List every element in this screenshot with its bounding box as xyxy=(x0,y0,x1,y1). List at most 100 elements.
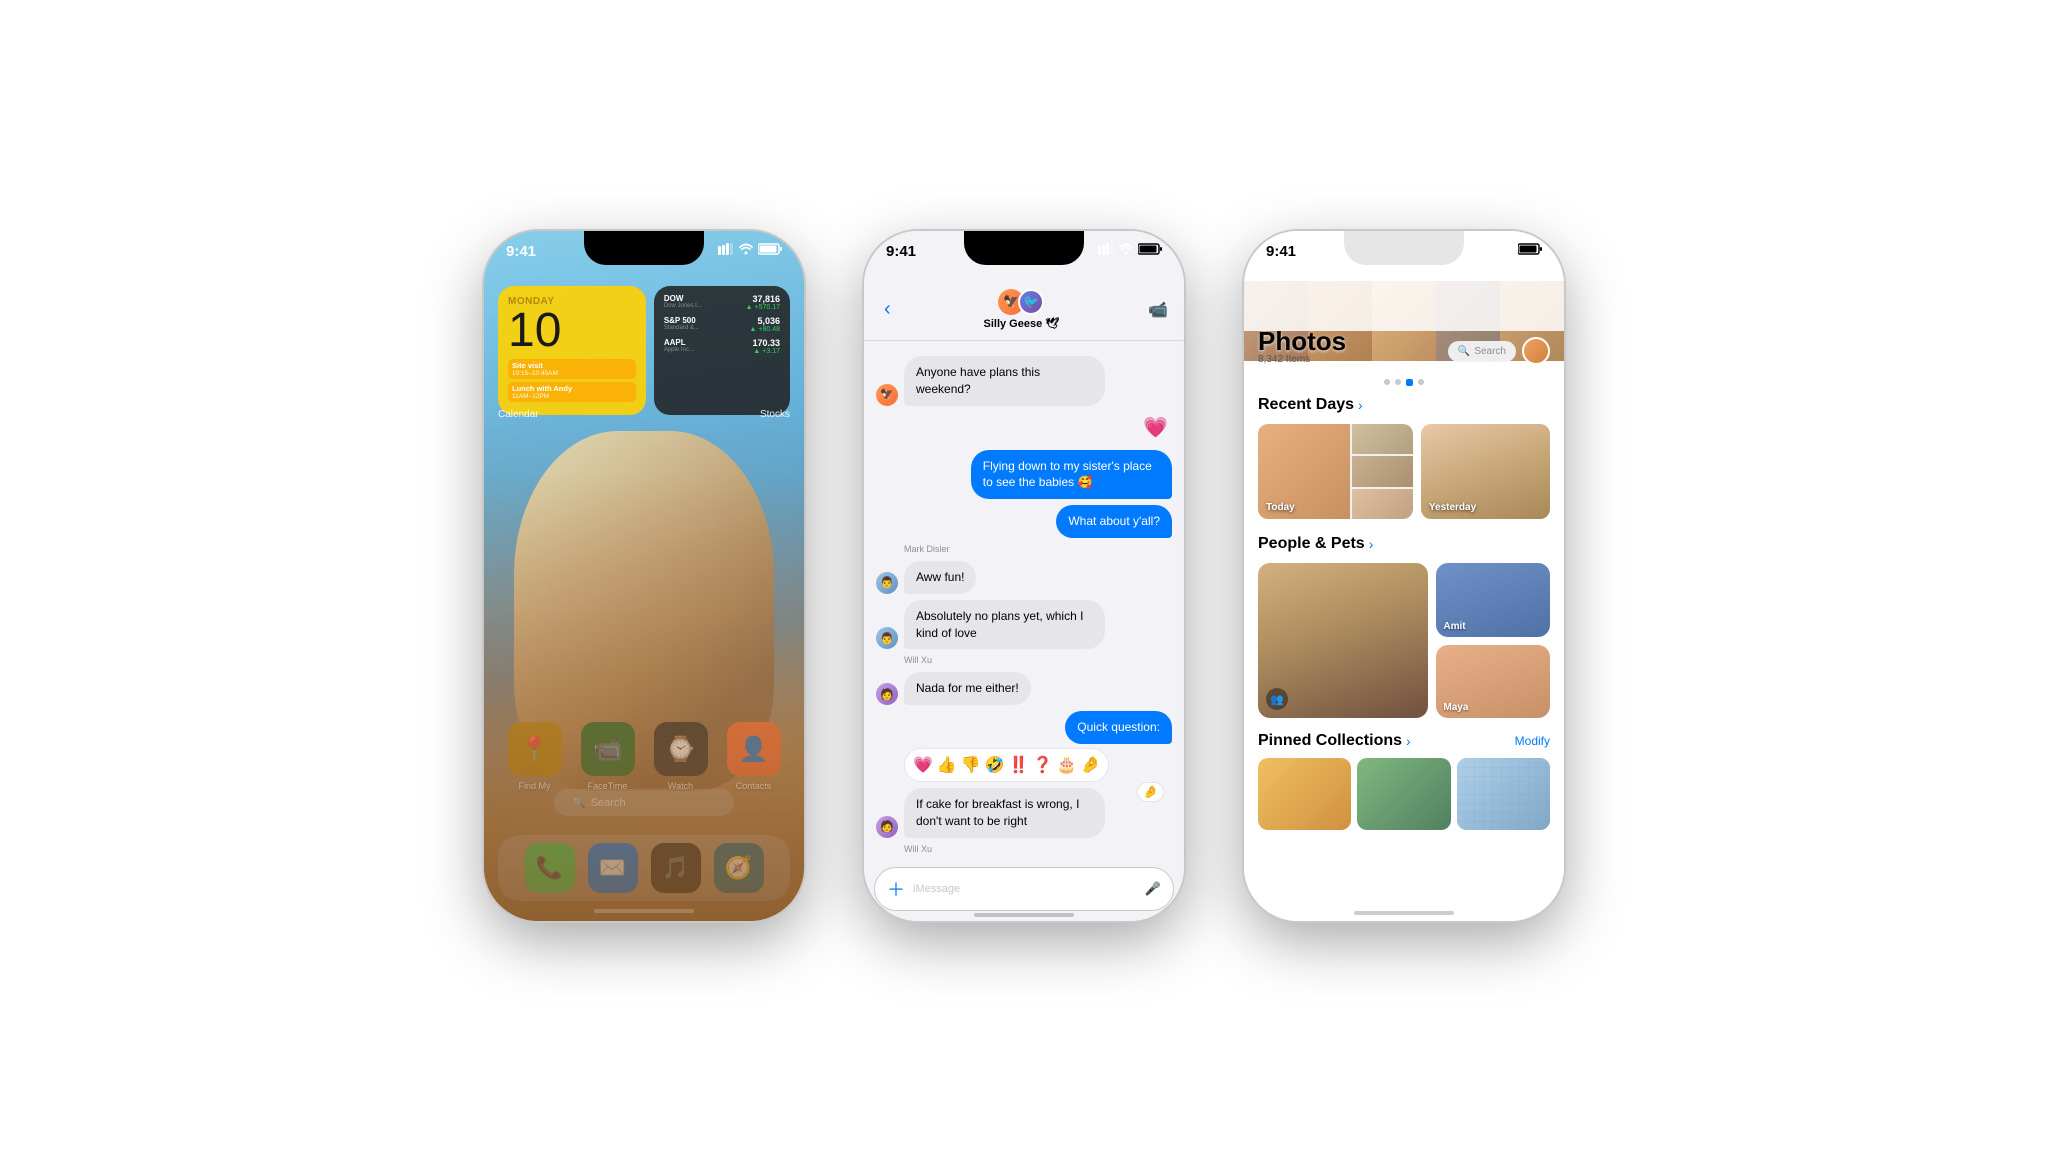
app-watch[interactable]: ⌚ Watch xyxy=(654,722,708,791)
people-pets-grid: 👥 Amit Maya xyxy=(1258,563,1550,718)
contacts-label: Contacts xyxy=(736,781,772,791)
avatar-mark: 👨 xyxy=(876,572,898,594)
app-findmy[interactable]: 📍 Find My xyxy=(508,722,562,791)
home-indicator xyxy=(594,909,694,913)
dot-3 xyxy=(1418,379,1424,385)
maya-label: Maya xyxy=(1443,702,1468,713)
group-icon: 👥 xyxy=(1266,688,1288,710)
search-icon-photos: 🔍 xyxy=(1458,346,1470,357)
tapback-exclaim[interactable]: ‼️ xyxy=(1009,755,1029,775)
dot-1 xyxy=(1384,379,1390,385)
dot-active xyxy=(1406,379,1413,386)
calendar-event-1[interactable]: Site visit 10:15–10:45AM xyxy=(508,359,636,379)
pinned-header: Pinned Collections › Modify xyxy=(1258,732,1550,750)
stocks-label: Stocks xyxy=(760,409,790,420)
msg-incoming-noplans: 👨 Absolutely no plans yet, which I kind … xyxy=(876,600,1172,650)
watch-label: Watch xyxy=(668,781,693,791)
pinned-card-3[interactable] xyxy=(1457,758,1550,830)
status-time-msg: 9:41 xyxy=(886,243,916,260)
video-call-button[interactable]: 📹 xyxy=(1148,300,1168,320)
recent-days-header: Recent Days › xyxy=(1258,396,1550,414)
large-person-card[interactable]: 👥 xyxy=(1258,563,1428,718)
dock-music[interactable]: 🎵 xyxy=(651,843,701,893)
bubble-nada: Nada for me either! xyxy=(904,672,1031,705)
group-people-icon: 👥 xyxy=(1270,693,1284,706)
msg-outgoing-flying: Flying down to my sister's place to see … xyxy=(876,450,1172,500)
photos-scroll-content[interactable]: Recent Days › xyxy=(1244,371,1564,921)
calendar-date: 10 xyxy=(508,307,636,355)
calendar-widget[interactable]: MONDAY 10 Site visit 10:15–10:45AM Lunch… xyxy=(498,286,646,415)
sender-will: Will Xu xyxy=(904,655,1172,665)
tapback-cake[interactable]: 🎂 xyxy=(1057,755,1077,775)
facetime-icon: 📹 xyxy=(581,722,635,776)
message-input[interactable]: iMessage xyxy=(913,883,1137,895)
recent-days-chevron[interactable]: › xyxy=(1358,397,1363,413)
calendar-event-2-time: 11AM–12PM xyxy=(512,393,632,400)
maya-card[interactable]: Maya xyxy=(1436,645,1550,719)
dock-phone[interactable]: 📞 xyxy=(525,843,575,893)
today-card[interactable]: Today xyxy=(1258,424,1413,519)
add-attachment-button[interactable]: ＋ xyxy=(887,876,905,902)
tapback-bar[interactable]: 💗 👍 👎 🤣 ‼️ ❓ 🎂 🤌 xyxy=(904,748,1109,782)
amit-label: Amit xyxy=(1443,621,1465,632)
user-avatar[interactable] xyxy=(1522,337,1550,365)
bubble-yall: What about y'all? xyxy=(1056,505,1172,538)
pinned-card-2[interactable] xyxy=(1357,758,1450,830)
mic-button[interactable]: 🎤 xyxy=(1145,881,1161,897)
group-avatar-2: 🐦 xyxy=(1018,289,1044,315)
tapback-question[interactable]: ❓ xyxy=(1033,755,1053,775)
photos-title: Photos xyxy=(1258,328,1346,354)
stocks-widget[interactable]: DOWDow Jones I... 37,816▲ +570.17 S&P 50… xyxy=(654,286,790,415)
message-input-bar[interactable]: ＋ iMessage 🎤 xyxy=(874,867,1174,911)
photos-header-actions: 🔍 Search xyxy=(1448,337,1550,365)
app-facetime[interactable]: 📹 FaceTime xyxy=(581,722,635,791)
people-pets-chevron[interactable]: › xyxy=(1369,536,1374,552)
pinned-chevron[interactable]: › xyxy=(1406,733,1411,749)
yesterday-label: Yesterday xyxy=(1429,502,1476,513)
dock-mail[interactable]: ✉️ xyxy=(588,843,638,893)
amit-card[interactable]: Amit xyxy=(1436,563,1550,637)
phone-messages: 9:41 ‹ 🦅 🐦 Silly Geese 🕊 📹 xyxy=(864,231,1184,921)
photos-title-area: Photos 8,342 Items 🔍 Search xyxy=(1244,281,1564,371)
contacts-icon: 👤 xyxy=(727,722,781,776)
bubble-flying: Flying down to my sister's place to see … xyxy=(971,450,1172,500)
tapback-thumbsdown[interactable]: 👎 xyxy=(961,755,981,775)
recent-days-grid: Today Yesterday xyxy=(1258,424,1550,519)
calendar-label: Calendar xyxy=(498,409,539,420)
dock-safari[interactable]: 🧭 xyxy=(714,843,764,893)
msg-incoming-nada: 🧑 Nada for me either! xyxy=(876,672,1172,705)
tapback-heart[interactable]: 💗 xyxy=(913,755,933,775)
pinned-grid xyxy=(1258,758,1550,830)
status-icons-msg xyxy=(1098,243,1162,255)
avatar-mark2: 👨 xyxy=(876,627,898,649)
search-label-photos: Search xyxy=(1474,346,1506,357)
sender-mark: Mark Disler xyxy=(904,544,1172,554)
yesterday-card[interactable]: Yesterday xyxy=(1421,424,1550,519)
status-icons-photos xyxy=(1478,243,1542,255)
pinned-card-1[interactable] xyxy=(1258,758,1351,830)
status-icons xyxy=(718,243,782,255)
modify-button[interactable]: Modify xyxy=(1515,734,1550,748)
tapback-thumbsup[interactable]: 👍 xyxy=(937,755,957,775)
search-bar[interactable]: 🔍 Search xyxy=(554,789,734,816)
pinned-title: Pinned Collections xyxy=(1258,732,1402,750)
sender-will2: Will Xu xyxy=(904,844,1172,854)
msg-outgoing-heart: 💗 xyxy=(876,412,1172,444)
msg-cake-wrapper: 🧑 If cake for breakfast is wrong, I don'… xyxy=(876,788,1172,838)
stock-sp500: S&P 500Standard &... 5,036▲ +80.48 xyxy=(664,316,780,333)
notch-msg xyxy=(964,231,1084,265)
search-button[interactable]: 🔍 Search xyxy=(1448,341,1516,362)
messages-header: ‹ 🦅 🐦 Silly Geese 🕊 📹 xyxy=(864,281,1184,341)
app-icons-row: 📍 Find My 📹 FaceTime ⌚ Watch 👤 Contacts xyxy=(498,722,790,791)
bubble-aww: Aww fun! xyxy=(904,561,976,594)
calendar-event-1-title: Site visit xyxy=(512,361,632,370)
conversation-title: 🦅 🐦 Silly Geese 🕊 xyxy=(984,289,1060,330)
calendar-event-2[interactable]: Lunch with Andy 11AM–12PM xyxy=(508,382,636,402)
back-button[interactable]: ‹ xyxy=(880,298,895,321)
tapback-haha[interactable]: 🤣 xyxy=(985,755,1005,775)
messages-list: 🦅 Anyone have plans this weekend? 💗 Flyi… xyxy=(864,346,1184,861)
recent-days-title: Recent Days xyxy=(1258,396,1354,414)
app-contacts[interactable]: 👤 Contacts xyxy=(727,722,781,791)
msg-incoming-aww: 👨 Aww fun! xyxy=(876,561,1172,594)
tapback-pinch[interactable]: 🤌 xyxy=(1080,755,1100,775)
